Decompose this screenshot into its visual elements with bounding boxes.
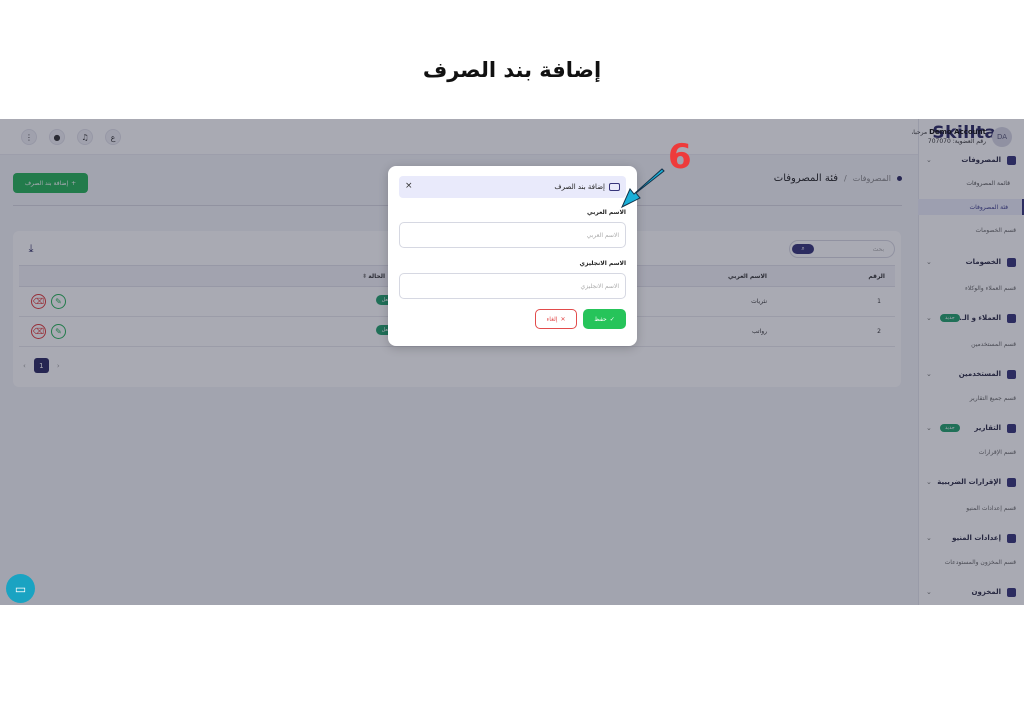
english-name-input[interactable]: الاسم الانجليزي — [399, 273, 626, 299]
english-name-label: الاسم الانجليزي — [579, 260, 626, 267]
add-expense-item-modal: إضافة بند الصرف × الاسم العربي الاسم الع… — [388, 166, 637, 346]
save-label: حفظ — [594, 315, 607, 323]
x-icon: ✕ — [560, 315, 566, 323]
arabic-name-input[interactable]: الاسم العربي — [399, 222, 626, 248]
save-button[interactable]: ✓ حفظ — [583, 309, 626, 329]
modal-header: إضافة بند الصرف × — [399, 176, 626, 198]
page-heading: إضافة بند الصرف — [422, 58, 602, 82]
pointer-arrow-icon — [620, 168, 665, 209]
modal-title-icon — [609, 183, 620, 191]
check-icon: ✓ — [609, 315, 615, 323]
app-screenshot: ⋮ ● ♫ ع المصروفات / فئة المصروفات + إضاف… — [0, 119, 1024, 605]
cancel-button[interactable]: ✕ إلغاء — [535, 309, 577, 329]
english-name-placeholder: الاسم الانجليزي — [580, 282, 619, 290]
arabic-name-placeholder: الاسم العربي — [586, 231, 619, 239]
step-number: 6 — [668, 137, 692, 177]
chat-icon[interactable]: ▭ — [6, 574, 35, 603]
modal-title: إضافة بند الصرف — [554, 183, 605, 191]
close-icon[interactable]: × — [405, 181, 413, 191]
cancel-label: إلغاء — [546, 315, 558, 323]
